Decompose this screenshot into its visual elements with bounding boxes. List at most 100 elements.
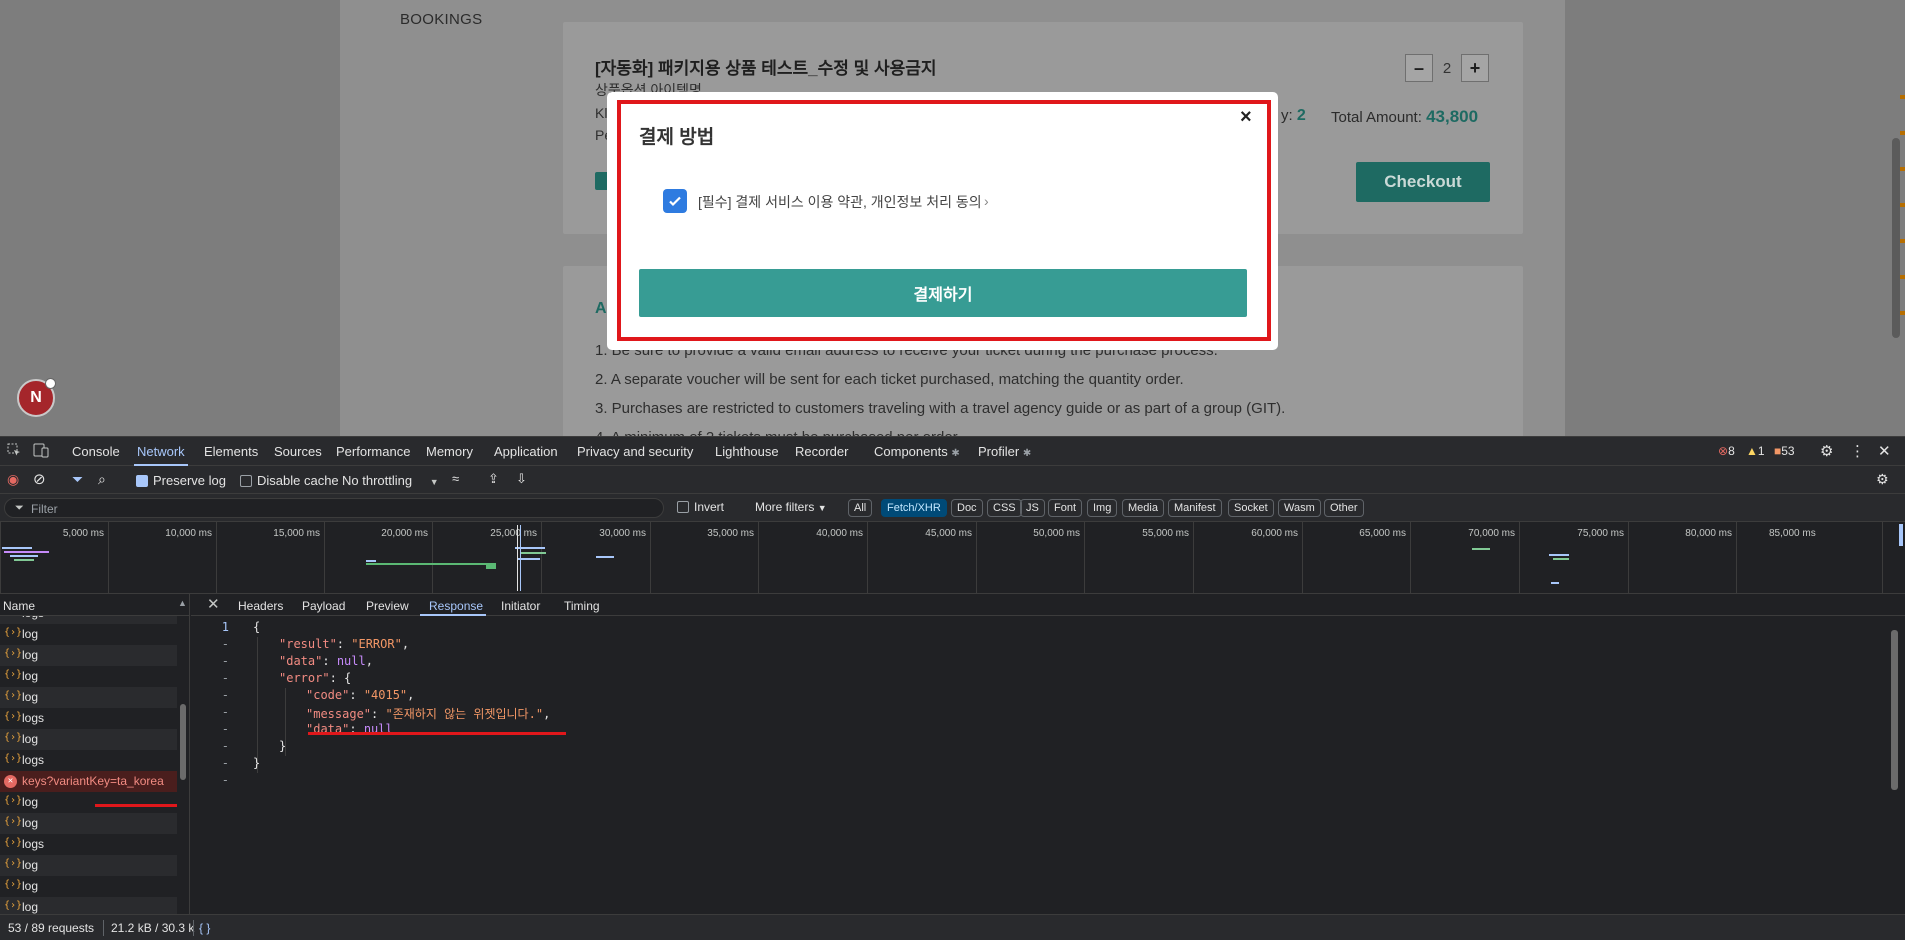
- qty-increase-button[interactable]: +: [1461, 54, 1489, 82]
- export-har-icon[interactable]: ⇩: [516, 471, 527, 487]
- tab-elements[interactable]: Elements: [204, 444, 258, 459]
- network-timeline-overview[interactable]: 5,000 ms 10,000 ms 15,000 ms 20,000 ms 2…: [0, 522, 1905, 594]
- filter-chip-js[interactable]: JS: [1020, 499, 1045, 517]
- tab-components[interactable]: Components ✱: [874, 444, 960, 459]
- request-row[interactable]: {›} log: [0, 876, 177, 897]
- close-icon[interactable]: ×: [1240, 106, 1252, 129]
- import-har-icon[interactable]: ⇪: [488, 471, 499, 487]
- filter-icon[interactable]: ⏷: [72, 471, 83, 488]
- record-stop-icon[interactable]: ◉: [7, 471, 19, 488]
- tab-recorder[interactable]: Recorder: [795, 444, 848, 459]
- filter-chip-socket[interactable]: Socket: [1228, 499, 1274, 517]
- tab-headers[interactable]: Headers: [238, 599, 283, 613]
- json-line-error-message: "message": "존재하지 않는 위젯입니다.",: [306, 707, 551, 721]
- filter-chip-manifest[interactable]: Manifest: [1168, 499, 1222, 517]
- response-body[interactable]: 1 - - - - - - - - - { "result": "ERROR",…: [191, 618, 1881, 914]
- qty-decrease-button[interactable]: –: [1405, 54, 1433, 82]
- scroll-markers: [1900, 95, 1905, 335]
- tab-sources[interactable]: Sources: [274, 444, 322, 459]
- filter-chip-font[interactable]: Font: [1048, 499, 1083, 517]
- tab-performance[interactable]: Performance: [336, 444, 410, 459]
- close-devtools-icon[interactable]: ✕: [1878, 442, 1891, 460]
- filter-input[interactable]: ⏷ Filter: [4, 498, 664, 518]
- devtools-tabbar: Console Network Elements Sources Perform…: [0, 436, 1905, 466]
- tab-initiator[interactable]: Initiator: [501, 599, 540, 613]
- qty-summary-label: y:: [1281, 107, 1293, 124]
- timeline-bar: [1553, 558, 1569, 560]
- more-options-icon[interactable]: ⋮: [1850, 442, 1865, 460]
- filter-chip-css[interactable]: CSS: [987, 499, 1022, 517]
- tab-profiler[interactable]: Profiler ✱: [978, 444, 1031, 459]
- issues-count[interactable]: ■53: [1774, 444, 1795, 458]
- request-row[interactable]: {›} log: [0, 624, 177, 645]
- name-column-header[interactable]: Name ▲: [0, 594, 189, 616]
- request-row[interactable]: {›} log: [0, 645, 177, 666]
- disable-cache-checkbox[interactable]: Disable cache: [240, 473, 339, 488]
- request-row[interactable]: {›} log: [0, 666, 177, 687]
- web-viewport: BOOKINGS [자동화] 패키지용 상품 테스트_수정 및 사용금지 상품옵…: [0, 0, 1905, 436]
- pretty-print-icon[interactable]: { }: [199, 921, 210, 935]
- more-filters-dropdown[interactable]: More filters ▼: [755, 500, 827, 514]
- tab-application[interactable]: Application: [494, 444, 558, 459]
- xhr-icon: {›}: [4, 669, 23, 680]
- device-toolbar-icon[interactable]: [33, 443, 49, 458]
- nextjs-dev-indicator[interactable]: N: [17, 378, 56, 417]
- request-row[interactable]: {›} log: [0, 813, 177, 834]
- nav-bookings-link[interactable]: BOOKINGS: [400, 11, 482, 28]
- tab-privacy-security[interactable]: Privacy and security: [577, 444, 693, 459]
- request-row-error[interactable]: ✕ keys?variantKey=ta_korea: [0, 771, 177, 792]
- request-row[interactable]: {›}logs: [0, 708, 177, 729]
- consent-checkbox[interactable]: [663, 189, 687, 213]
- clear-icon[interactable]: ⊘: [33, 470, 46, 488]
- filter-chip-doc[interactable]: Doc: [951, 499, 983, 517]
- filter-chip-all[interactable]: All: [848, 499, 873, 517]
- close-detail-icon[interactable]: ✕: [207, 595, 220, 613]
- warning-count[interactable]: ▲1: [1746, 444, 1765, 458]
- error-count[interactable]: ⊗8: [1718, 444, 1735, 458]
- json-line: "result": "ERROR",: [279, 637, 410, 651]
- filter-chip-fetch-xhr[interactable]: Fetch/XHR: [881, 499, 947, 517]
- filter-chip-wasm[interactable]: Wasm: [1278, 499, 1321, 517]
- pay-button[interactable]: 결제하기: [639, 269, 1247, 317]
- chevron-right-icon[interactable]: ›: [984, 193, 989, 209]
- filter-chip-other[interactable]: Other: [1324, 499, 1364, 517]
- tab-network[interactable]: Network: [137, 444, 185, 459]
- request-list-scrollbar[interactable]: [177, 616, 189, 914]
- inspect-element-icon[interactable]: [7, 443, 22, 458]
- invert-checkbox[interactable]: Invert: [677, 500, 724, 514]
- tab-preview[interactable]: Preview: [366, 599, 409, 613]
- page-scrollbar-thumb[interactable]: [1892, 138, 1900, 338]
- gear-icon: ✱: [951, 448, 960, 459]
- filter-chip-img[interactable]: Img: [1087, 499, 1118, 517]
- filter-placeholder: Filter: [31, 502, 58, 516]
- settings-gear-icon[interactable]: ⚙: [1820, 442, 1833, 460]
- tab-payload[interactable]: Payload: [302, 599, 345, 613]
- request-row[interactable]: {›} log: [0, 897, 177, 914]
- search-icon[interactable]: ⌕: [98, 471, 106, 488]
- tab-console[interactable]: Console: [72, 444, 120, 459]
- response-scrollbar[interactable]: [1887, 618, 1901, 914]
- request-row[interactable]: {›} log: [0, 792, 177, 813]
- filter-chip-media[interactable]: Media: [1122, 499, 1164, 517]
- request-row[interactable]: {›} log: [0, 855, 177, 876]
- network-conditions-icon[interactable]: ≈: [452, 471, 459, 486]
- request-row[interactable]: {›}logs: [0, 834, 177, 855]
- filter-bar: ⏷ Filter Invert More filters ▼ All Fetch/…: [0, 494, 1905, 522]
- request-row[interactable]: {›} log: [0, 687, 177, 708]
- consent-label[interactable]: [필수] 결제 서비스 이용 약관, 개인정보 처리 동의: [698, 192, 982, 212]
- network-settings-gear-icon[interactable]: ⚙: [1876, 471, 1889, 488]
- annotation-underline: [95, 804, 177, 807]
- tab-timing[interactable]: Timing: [564, 599, 600, 613]
- timeline-handle[interactable]: [1899, 524, 1903, 546]
- preserve-log-checkbox[interactable]: Preserve log: [136, 473, 226, 488]
- warning-icon: ▲: [1746, 444, 1758, 458]
- scrollbar-thumb[interactable]: [180, 704, 186, 780]
- scrollbar-thumb[interactable]: [1891, 630, 1898, 790]
- checkout-button[interactable]: Checkout: [1356, 162, 1490, 202]
- tab-memory[interactable]: Memory: [426, 444, 473, 459]
- throttling-select[interactable]: No throttling ▼: [342, 473, 439, 488]
- request-row[interactable]: {›}logs: [0, 750, 177, 771]
- tab-lighthouse[interactable]: Lighthouse: [715, 444, 779, 459]
- tab-response[interactable]: Response: [429, 599, 483, 613]
- request-row[interactable]: {›} log: [0, 729, 177, 750]
